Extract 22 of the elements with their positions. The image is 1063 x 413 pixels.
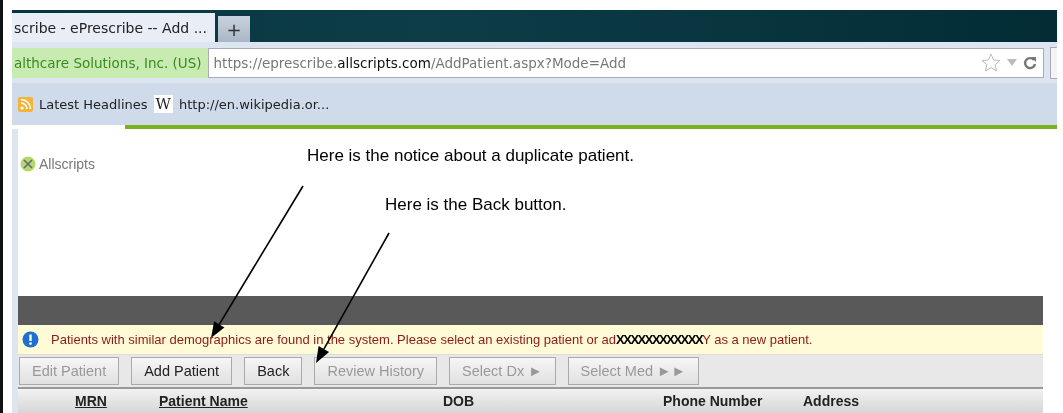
logo-icon: [20, 156, 36, 172]
column-header: Phone Number: [663, 393, 764, 409]
info-icon: [22, 331, 39, 348]
wiki-icon: W: [153, 95, 173, 113]
toolbar-button[interactable]: Add Patient: [131, 357, 233, 385]
logo-text: Allscripts: [39, 156, 95, 172]
bookmark-item[interactable]: W http://en.wikipedia.or...: [153, 95, 330, 113]
new-tab-button[interactable]: +: [218, 16, 250, 42]
address-bar[interactable]: https://eprescribe.allscripts.com/AddPatient.aspx?Mode=Add: [207, 47, 1044, 78]
feed-icon: [18, 96, 33, 112]
column-header[interactable]: MRN: [75, 393, 148, 409]
dropdown-icon[interactable]: [1007, 59, 1017, 66]
bookmark-item[interactable]: Latest Headlines: [18, 96, 148, 112]
annotation-text: Here is the Back button.: [385, 195, 567, 215]
star-icon[interactable]: [981, 53, 1001, 72]
column-header: DOB: [443, 393, 476, 409]
browser-tab[interactable]: scribe - ePrescribe -- Add ...: [12, 13, 215, 42]
reload-icon[interactable]: [1023, 55, 1037, 70]
column-header[interactable]: Patient Name: [159, 393, 443, 409]
annotation-text: Here is the notice about a duplicate patient.: [307, 146, 634, 166]
column-header: Address: [803, 393, 861, 409]
toolbar-button[interactable]: Back: [244, 357, 303, 385]
